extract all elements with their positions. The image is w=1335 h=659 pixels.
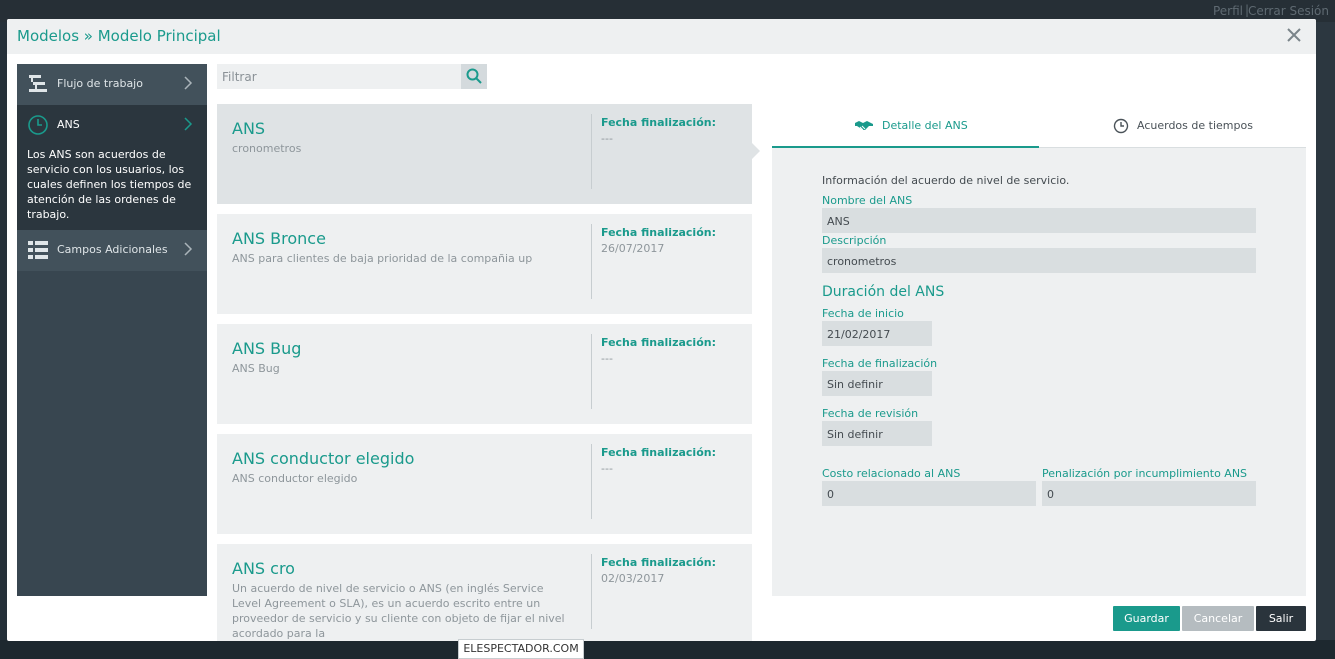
sidebar-item-label: ANS [57,118,80,131]
sidebar-item-label: Flujo de trabajo [57,77,143,90]
card-description: ANS Bug [232,362,280,375]
chevron-right-icon [184,242,193,256]
sidebar: Flujo de trabajo ANS Los ANS son acuerdo… [17,64,207,596]
clock-icon [28,115,48,135]
card-description: ANS conductor elegido [232,472,358,485]
card-title: ANS conductor elegido [232,449,415,468]
name-field[interactable]: ANS [822,208,1256,233]
filter-search-button[interactable] [461,64,487,89]
review-date-label: Fecha de revisión [822,407,919,420]
search-icon [466,68,482,84]
card-divider [591,444,592,519]
tab-label: Acuerdos de tiempos [1137,119,1253,132]
tab-detalle-del-ans[interactable]: Detalle del ANS [772,103,1039,148]
card-title: ANS Bug [232,339,302,358]
card-divider [591,334,592,409]
end-date-field[interactable]: Sin definir [822,371,932,396]
card-date: --- [601,462,613,475]
clock-icon [1113,118,1129,134]
cost-field[interactable]: 0 [822,481,1036,506]
end-date-label: Fecha de finalización [822,357,938,370]
description-label: Descripción [822,234,887,247]
card-date: 02/03/2017 [601,572,665,585]
card-divider [591,554,592,629]
tab-label: Detalle del ANS [882,119,968,132]
card-description: ANS para clientes de baja prioridad de l… [232,252,533,265]
ans-card[interactable]: ANS conductor elegido ANS conductor eleg… [217,434,752,534]
modal-title: Modelos » Modelo Principal [17,27,221,45]
duration-section-title: Duración del ANS [822,284,945,300]
cancel-button[interactable]: Cancelar [1182,606,1254,631]
detail-tabs: Detalle del ANS Acuerdos de tiempos [772,103,1306,148]
card-date-label: Fecha finalización: [601,556,716,569]
card-description: Un acuerdo de nivel de servicio o ANS (e… [232,582,565,640]
background-bottom [0,640,1335,659]
start-date-field[interactable]: 21/02/2017 [822,321,932,346]
review-date-field[interactable]: Sin definir [822,421,932,446]
card-date-label: Fecha finalización: [601,226,716,239]
filter-bar [217,64,487,89]
card-date: 26/07/2017 [601,242,665,255]
detail-intro: Información del acuerdo de nivel de serv… [822,174,1070,187]
chevron-right-icon [184,117,193,131]
exit-button[interactable]: Salir [1256,606,1306,631]
ans-card[interactable]: ANS cronometros Fecha finalización: --- [217,104,752,204]
card-divider [591,114,592,189]
card-date: --- [601,132,613,145]
sidebar-item-label: Campos Adicionales [57,243,168,256]
card-description: cronometros [232,142,302,155]
watermark: ELESPECTADOR.COM [458,639,584,659]
card-date-label: Fecha finalización: [601,116,716,129]
handshake-icon [855,121,873,131]
penalty-field[interactable]: 0 [1042,481,1256,506]
close-icon [1287,28,1301,42]
card-title: ANS Bronce [232,229,326,248]
sidebar-item-description: Los ANS son acuerdos de servicio con los… [27,148,192,221]
ans-card[interactable]: ANS Bug ANS Bug Fecha finalización: --- [217,324,752,424]
modal-header: Modelos » Modelo Principal [7,19,1316,54]
sidebar-item-flujo-de-trabajo[interactable]: Flujo de trabajo [17,64,207,105]
close-button[interactable] [1284,25,1304,45]
description-field[interactable]: cronometros [822,248,1256,273]
sidebar-item-campos-adicionales[interactable]: Campos Adicionales [17,230,207,271]
card-divider [591,224,592,299]
logout-link[interactable]: Cerrar Sesión [1248,4,1329,18]
card-date: --- [601,352,613,365]
card-title: ANS cro [232,559,295,578]
card-title: ANS [232,119,266,138]
workflow-icon [29,75,47,92]
list-icon [28,241,48,259]
filter-input[interactable] [217,64,461,89]
tab-acuerdos-de-tiempos[interactable]: Acuerdos de tiempos [1039,103,1306,148]
cost-label: Costo relacionado al ANS [822,467,961,480]
chevron-right-icon [184,76,193,90]
start-date-label: Fecha de inicio [822,307,904,320]
sidebar-item-ans[interactable]: ANS Los ANS son acuerdos de servicio con… [17,105,207,230]
background-right [1315,22,1335,640]
profile-link[interactable]: Perfil [1213,4,1243,18]
ans-card[interactable]: ANS Bronce ANS para clientes de baja pri… [217,214,752,314]
ans-card[interactable]: ANS cro Un acuerdo de nivel de servicio … [217,544,752,641]
modal-dialog: Modelos » Modelo Principal Flujo de trab… [7,19,1316,641]
card-date-label: Fecha finalización: [601,446,716,459]
card-date-label: Fecha finalización: [601,336,716,349]
selection-arrow [752,143,760,159]
name-label: Nombre del ANS [822,194,913,207]
penalty-label: Penalización por incumplimiento ANS [1042,467,1248,480]
detail-panel: Detalle del ANS Acuerdos de tiempos Info… [772,103,1306,596]
save-button[interactable]: Guardar [1113,606,1180,631]
